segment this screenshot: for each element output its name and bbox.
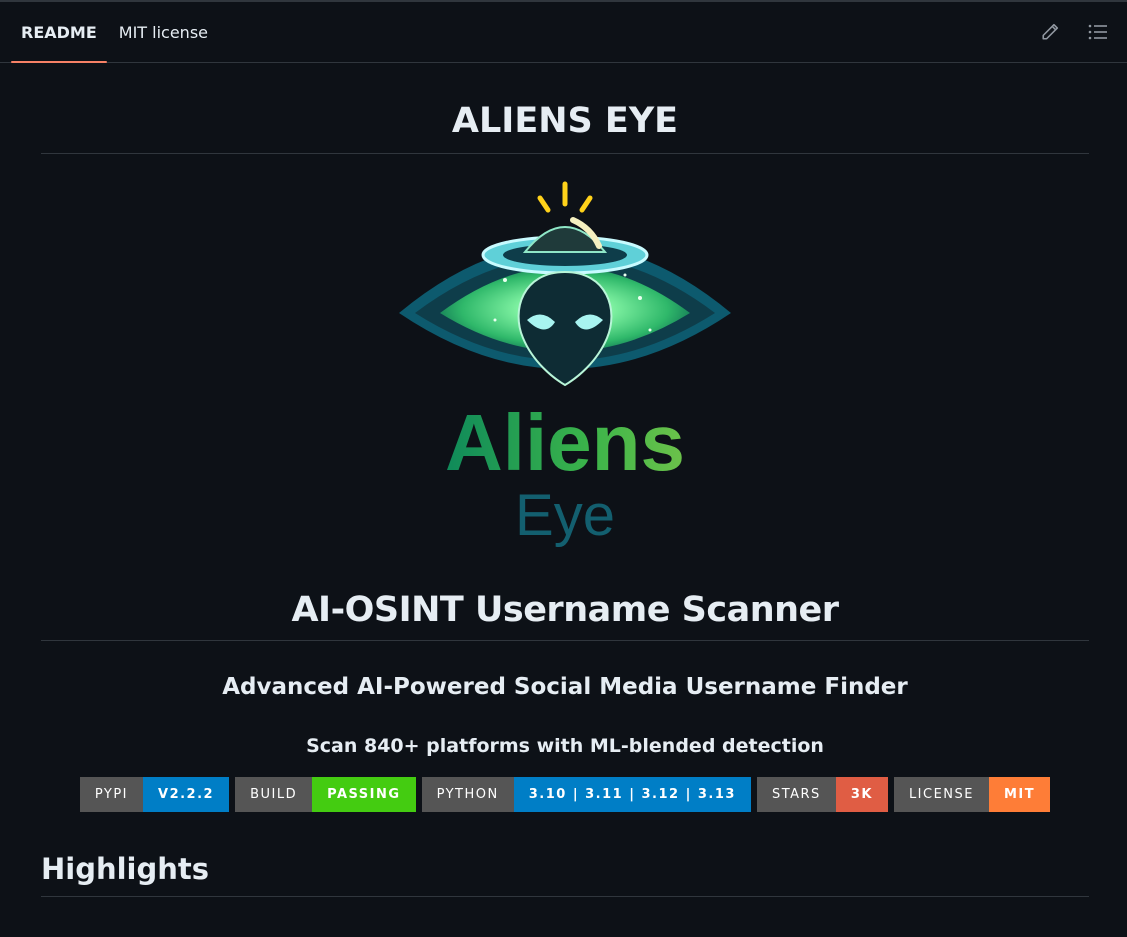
- badge-pypi[interactable]: PYPI V2.2.2: [79, 777, 230, 812]
- badge-python[interactable]: PYTHON 3.10 | 3.11 | 3.12 | 3.13: [421, 777, 751, 812]
- readme-subtitle: AI-OSINT Username Scanner: [41, 580, 1089, 641]
- badge-stars[interactable]: STARS 3K: [756, 777, 888, 812]
- tab-bar: README MIT license: [0, 2, 1127, 63]
- pencil-icon[interactable]: [1037, 19, 1063, 45]
- logo-word-eye: Eye: [515, 483, 615, 548]
- tab-readme[interactable]: README: [11, 2, 107, 63]
- tab-mit-license[interactable]: MIT license: [109, 2, 218, 62]
- list-icon[interactable]: [1085, 19, 1111, 45]
- readme-title: ALIENS EYE: [41, 63, 1089, 154]
- aliens-eye-logo: Aliens Eye: [41, 180, 1089, 580]
- readme-panel: README MIT license ALIENS EYE Aliens Eye…: [0, 0, 1127, 937]
- readme-tagline: Advanced AI-Powered Social Media Usernam…: [222, 674, 908, 700]
- readme-scan-line: Scan 840+ platforms with ML-blended dete…: [306, 735, 824, 757]
- tab-readme-label: README: [21, 22, 97, 42]
- tab-license-label: MIT license: [118, 22, 208, 42]
- highlights-heading: Highlights: [41, 852, 1089, 897]
- tab-actions: [1037, 2, 1111, 62]
- badge-row: PYPI V2.2.2 BUILD PASSING PYTHON 3.10 | 3.1…: [41, 777, 1089, 812]
- readme-content: ALIENS EYE Aliens Eye AI-OSINT Username …: [0, 63, 1127, 897]
- logo-word-aliens: Aliens: [445, 398, 685, 487]
- badge-license[interactable]: LICENSE MIT: [893, 777, 1051, 812]
- badge-build[interactable]: BUILD PASSING: [235, 777, 416, 812]
